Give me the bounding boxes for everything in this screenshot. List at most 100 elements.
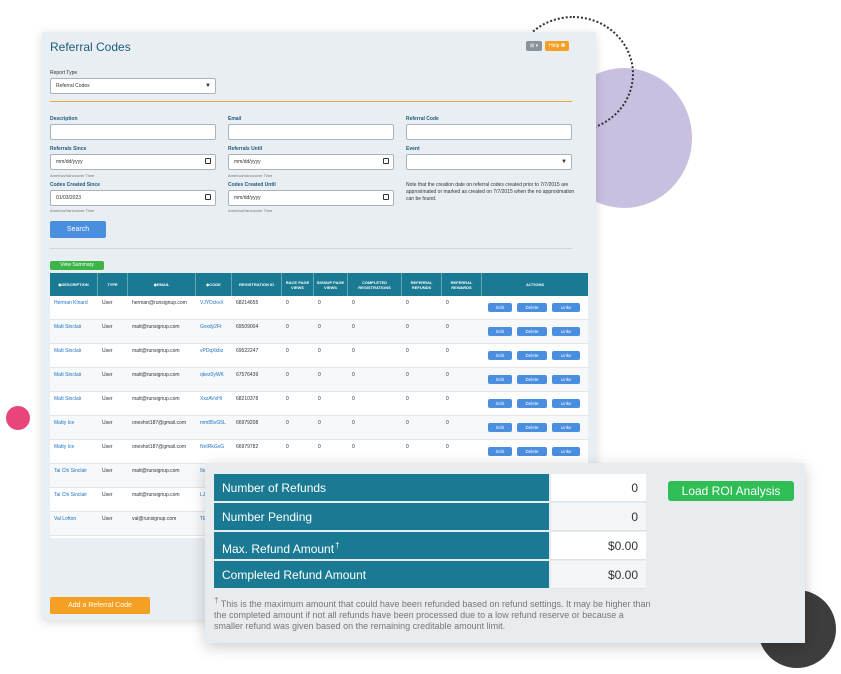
cell-race-views: 0 <box>286 444 289 450</box>
links-button[interactable]: Links <box>552 399 580 408</box>
column-header-email[interactable]: ◆ EMAIL <box>128 273 196 296</box>
help-button[interactable]: Help ❶ <box>545 41 570 51</box>
calendar-icon[interactable] <box>205 158 211 164</box>
cell-completed: 0 <box>352 420 355 426</box>
edit-button[interactable]: Edit <box>488 303 512 312</box>
calendar-icon[interactable] <box>205 194 211 200</box>
cell-signup-views: 0 <box>318 372 321 378</box>
divider <box>50 101 572 102</box>
delete-button[interactable]: Delete <box>517 399 547 408</box>
cell-code[interactable]: vPDqXkbz <box>200 348 232 354</box>
column-header-completed-registrations[interactable]: COMPLETED REGISTRATIONS <box>348 273 402 296</box>
codes-created-since-input[interactable]: 01/03/2023 <box>50 190 216 206</box>
cell-code[interactable]: VJYDckvX <box>200 300 232 306</box>
cell-rewards: 0 <box>446 396 449 402</box>
edit-button[interactable]: Edit <box>488 399 512 408</box>
codes-created-until-label: Codes Created Until <box>228 182 276 188</box>
calendar-icon[interactable] <box>383 158 389 164</box>
cell-description[interactable]: Tai Chi Sinclair <box>54 492 98 498</box>
refund-row-label: Number Pending <box>214 503 549 531</box>
delete-button[interactable]: Delete <box>517 303 547 312</box>
column-header-type[interactable]: TYPE <box>98 273 128 296</box>
edit-button[interactable]: Edit <box>488 327 512 336</box>
delete-button[interactable]: Delete <box>517 375 547 384</box>
column-header-description[interactable]: ◆ DESCRIPTION <box>50 273 98 296</box>
cell-code[interactable]: XxzAVxHI <box>200 396 232 402</box>
cell-signup-views: 0 <box>318 444 321 450</box>
cell-type: User <box>102 396 113 402</box>
refund-footnote: † This is the maximum amount that could … <box>214 596 651 631</box>
links-button[interactable]: Links <box>552 351 580 360</box>
links-button[interactable]: Links <box>552 447 580 456</box>
header-buttons: ⊞ ▾ Help ❶ <box>526 41 570 51</box>
cell-description[interactable]: Herman Kinard <box>54 300 98 306</box>
links-button[interactable]: Links <box>552 423 580 432</box>
cell-description[interactable]: Matt Sinclair <box>54 396 98 402</box>
cell-description[interactable]: Matty Ice <box>54 444 98 450</box>
edit-button[interactable]: Edit <box>488 447 512 456</box>
cell-registration-id: 69509004 <box>236 324 259 330</box>
column-header-race-page-views[interactable]: RACE PAGE VIEWS <box>282 273 314 296</box>
timezone-hint: America/Vancouver Time <box>50 173 95 178</box>
links-button[interactable]: Links <box>552 327 580 336</box>
chevron-down-icon: ▼ <box>205 83 211 89</box>
codes-created-until-input[interactable]: mm/dd/yyyy <box>228 190 394 206</box>
calendar-icon[interactable] <box>383 194 389 200</box>
refund-row-number-of-refunds: Number of Refunds 0 <box>214 474 646 502</box>
column-header-signup-page-views[interactable]: SIGNUP PAGE VIEWS <box>314 273 348 296</box>
referrals-until-label: Referrals Until <box>228 146 263 152</box>
table-row: Matt Sinclair User matt@runsignup.com vPDqX… <box>50 344 588 368</box>
cell-description[interactable]: Matt Sinclair <box>54 324 98 330</box>
cell-type: User <box>102 324 113 330</box>
email-input[interactable] <box>228 124 394 140</box>
cell-code[interactable]: qkez0yWK <box>200 372 232 378</box>
delete-button[interactable]: Delete <box>517 447 547 456</box>
description-input[interactable] <box>50 124 216 140</box>
export-button[interactable]: ⊞ ▾ <box>526 41 543 51</box>
column-header-code[interactable]: ◆ CODE <box>196 273 232 296</box>
column-header-referral-refunds[interactable]: REFERRAL REFUNDS <box>402 273 442 296</box>
referrals-until-input[interactable]: mm/dd/yyyy <box>228 154 394 170</box>
column-header-registration-id[interactable]: REGISTRATION ID <box>232 273 282 296</box>
cell-refunds: 0 <box>406 420 409 426</box>
load-roi-analysis-button[interactable]: Load ROI Analysis <box>668 481 794 501</box>
edit-button[interactable]: Edit <box>488 375 512 384</box>
cell-description[interactable]: Matt Sinclair <box>54 348 98 354</box>
delete-button[interactable]: Delete <box>517 423 547 432</box>
cell-race-views: 0 <box>286 420 289 426</box>
column-header-referral-rewards[interactable]: REFERRAL REWARDS <box>442 273 482 296</box>
cell-refunds: 0 <box>406 396 409 402</box>
delete-button[interactable]: Delete <box>517 351 547 360</box>
edit-button[interactable]: Edit <box>488 423 512 432</box>
delete-button[interactable]: Delete <box>517 327 547 336</box>
cell-code[interactable]: mm85vG5L <box>200 420 232 426</box>
cell-description[interactable]: Matty Ice <box>54 420 98 426</box>
cell-completed: 0 <box>352 444 355 450</box>
links-button[interactable]: Links <box>552 375 580 384</box>
cell-description[interactable]: Tai Chi Sinclair <box>54 468 98 474</box>
refund-row-label: Completed Refund Amount <box>214 561 549 589</box>
links-button[interactable]: Links <box>552 303 580 312</box>
cell-email: matt@runsignup.com <box>132 324 180 330</box>
creation-date-note: Note that the creation date on referral … <box>406 182 575 202</box>
view-summary-button[interactable]: View Summary <box>50 261 104 270</box>
cell-email: oneshot187@gmail.com <box>132 444 186 450</box>
cell-description[interactable]: Matt Sinclair <box>54 372 98 378</box>
report-type-select[interactable]: Referral Codes ▼ <box>50 78 216 94</box>
refund-row-value: $0.00 <box>551 561 646 589</box>
cell-registration-id: 66979208 <box>236 420 259 426</box>
edit-button[interactable]: Edit <box>488 351 512 360</box>
codes-created-since-value: 01/03/2023 <box>56 195 82 201</box>
event-select[interactable]: ▼ <box>406 154 572 170</box>
add-referral-code-button[interactable]: Add a Referral Code <box>50 597 150 614</box>
cell-code[interactable]: NnIRkGxG <box>200 444 232 450</box>
table-row: Matt Sinclair User matt@runsignup.com Gvxdy… <box>50 320 588 344</box>
cell-registration-id: 66979782 <box>236 444 259 450</box>
timezone-hint: America/Vancouver Time <box>228 208 273 213</box>
referrals-since-input[interactable]: mm/dd/yyyy <box>50 154 216 170</box>
cell-code[interactable]: Gvxdy2Ft <box>200 324 232 330</box>
referral-code-input[interactable] <box>406 124 572 140</box>
dagger-mark: † <box>335 541 340 550</box>
search-button[interactable]: Search <box>50 221 106 238</box>
cell-description[interactable]: Val Lofton <box>54 516 98 522</box>
